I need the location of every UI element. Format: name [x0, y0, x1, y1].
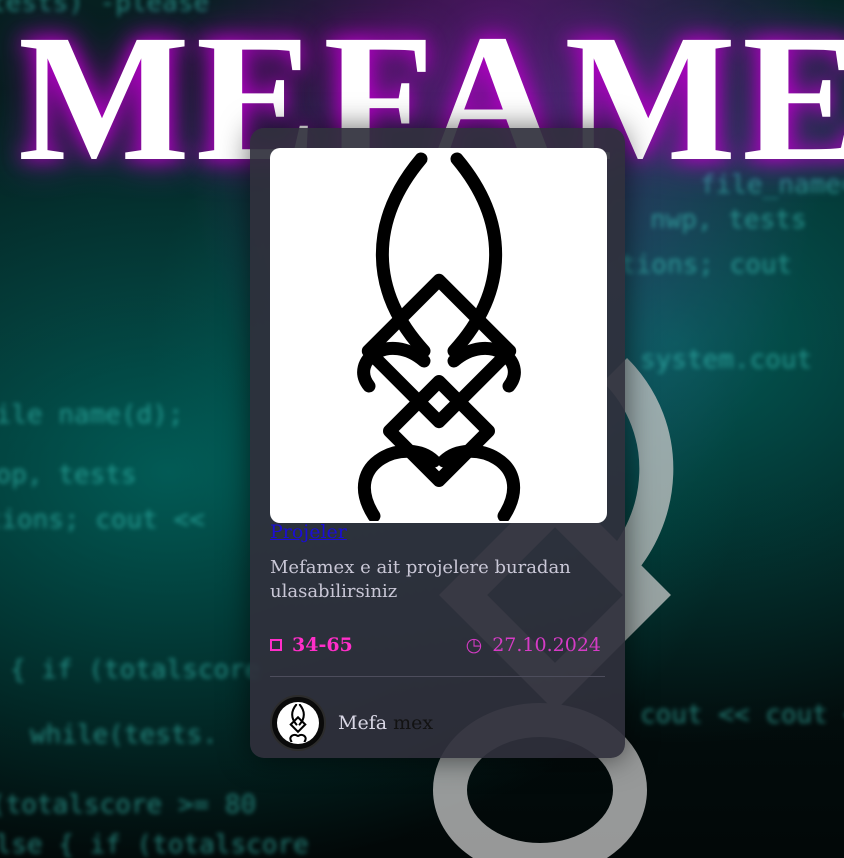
project-card: Projeler Mefamex e ait projelere buradan…: [250, 128, 625, 758]
author-name-second: mex: [393, 712, 434, 734]
square-icon: [270, 639, 282, 651]
post-date: ◷ 27.10.2024: [466, 634, 605, 656]
code-line: (totalscore >= 80: [0, 790, 257, 820]
clock-icon: ◷: [465, 634, 483, 656]
author-name-first: Mefa: [338, 712, 388, 734]
code-line: while(tests.: [30, 720, 218, 750]
mefamex-logo-icon: [356, 152, 521, 521]
code-line: nwp, tests: [650, 205, 807, 235]
code-line: hop, tests: [0, 460, 137, 490]
views-count: 34-65: [270, 634, 353, 656]
code-line: tions; cout: [620, 250, 793, 280]
card-image: [270, 148, 607, 523]
code-line: else { if (totalscore: [0, 830, 309, 858]
avatar-logo-icon: [289, 704, 307, 742]
card-description: Mefamex e ait projelere buradan ulasabil…: [270, 557, 571, 602]
divider: [270, 676, 605, 677]
author-name[interactable]: Mefa mex: [338, 712, 433, 734]
card-meta: 34-65 ◷ 27.10.2024: [270, 634, 605, 656]
code-line: file name(d);: [0, 400, 184, 430]
avatar[interactable]: [270, 695, 326, 751]
author[interactable]: Mefa mex: [270, 695, 605, 751]
views-value: 34-65: [292, 634, 353, 656]
date-value: 27.10.2024: [492, 634, 601, 656]
projects-link[interactable]: Projeler: [270, 523, 347, 542]
code-line: ctions; cout <<: [0, 505, 205, 535]
code-line: { if (totalscore: [10, 655, 261, 685]
